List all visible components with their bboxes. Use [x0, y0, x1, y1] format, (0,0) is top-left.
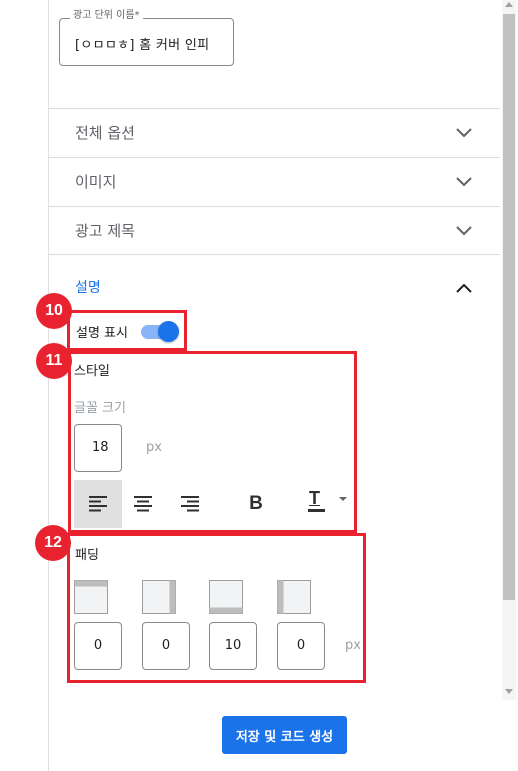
chevron-down-icon — [455, 222, 473, 236]
chevron-down-icon — [455, 173, 473, 187]
save-and-generate-code-button[interactable]: 저장 및 코드 생성 — [222, 716, 347, 754]
section-title: 전체 옵션 — [75, 124, 135, 142]
chevron-down-icon — [455, 124, 473, 138]
section-description-title[interactable]: 설명 — [75, 277, 101, 297]
section-title: 이미지 — [75, 173, 117, 191]
annotation-box-10 — [67, 310, 187, 351]
scroll-up-arrow-icon[interactable] — [505, 2, 513, 7]
section-ad-title[interactable]: 광고 제목 — [49, 206, 500, 254]
section-title: 광고 제목 — [75, 222, 135, 240]
section-image[interactable]: 이미지 — [49, 157, 500, 205]
ad-unit-name-value[interactable]: [ㅇㅁㅁㅎ] 홈 커버 인피 — [75, 34, 231, 53]
annotation-box-12 — [67, 533, 366, 683]
annotation-badge-11: 11 — [36, 343, 72, 379]
chevron-up-icon[interactable] — [455, 280, 473, 294]
section-all-options[interactable]: 전체 옵션 — [49, 108, 500, 156]
scroll-down-arrow-icon[interactable] — [505, 689, 513, 694]
scrollbar-thumb[interactable] — [503, 14, 515, 600]
annotation-badge-12: 12 — [35, 525, 71, 561]
annotation-badge-10: 10 — [36, 293, 72, 329]
ad-unit-name-label: 광고 단위 이름* — [70, 9, 143, 23]
divider — [49, 254, 500, 255]
annotation-box-11 — [68, 351, 357, 533]
